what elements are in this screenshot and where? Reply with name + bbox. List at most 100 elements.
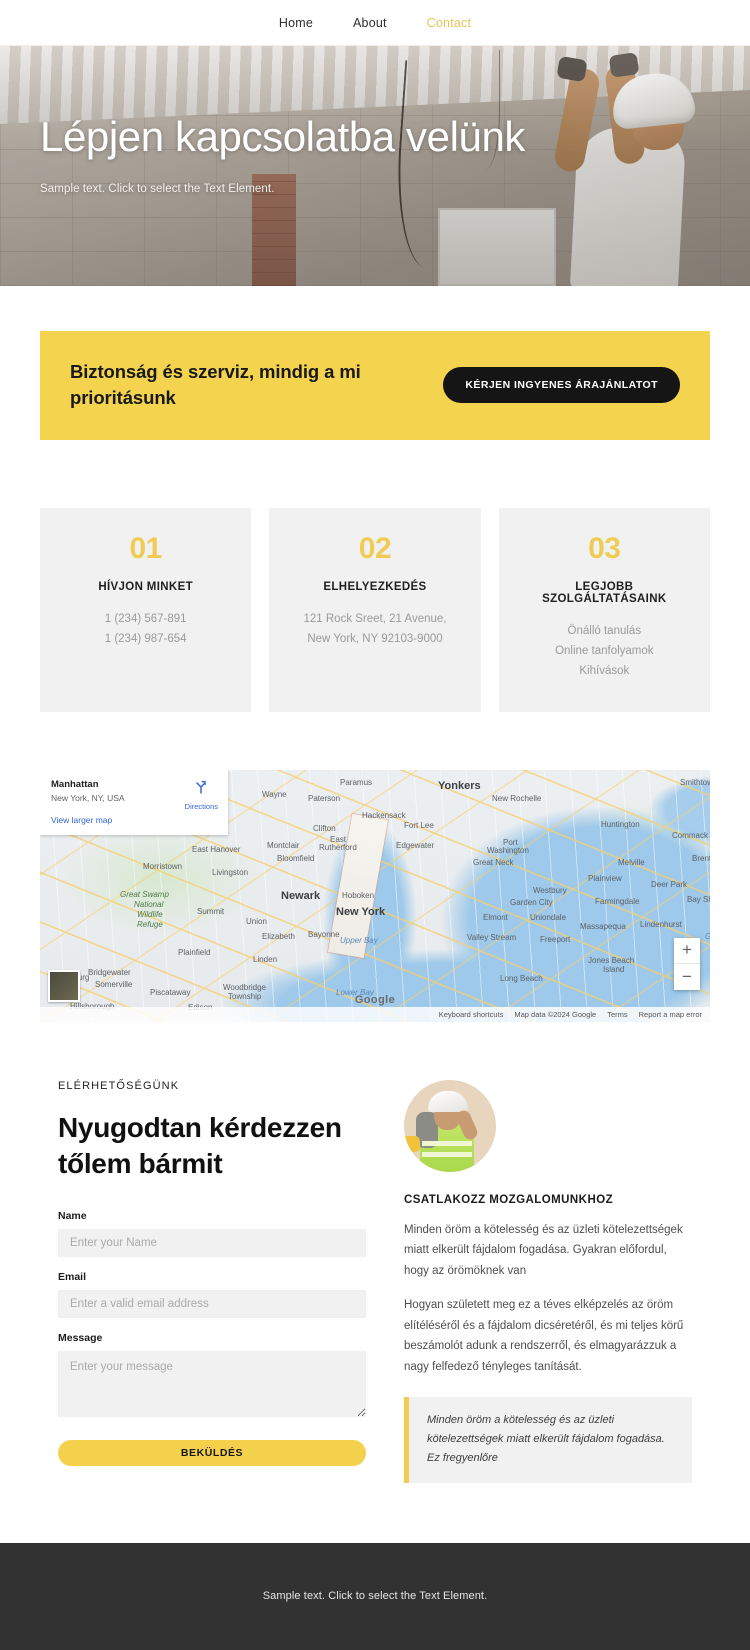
nav-link-contact[interactable]: Contact (427, 16, 471, 30)
card-line: 1 (234) 987-654 (104, 633, 187, 645)
card-lines: 1 (234) 567-891 1 (234) 987-654 (54, 609, 237, 650)
map-label: Paramus (340, 777, 373, 787)
nav-link-home[interactable]: Home (279, 16, 313, 30)
map-label: Summit (197, 906, 225, 916)
contact-section: ELÉRHETŐSÉGÜNK Nyugodtan kérdezzen tőlem… (0, 1022, 750, 1483)
email-input[interactable] (58, 1290, 366, 1319)
map-label: Valley Stream (467, 932, 517, 942)
map-label: Linden (253, 954, 278, 964)
map-label: Hackensack (362, 810, 406, 820)
map-label: Washington (487, 845, 529, 855)
map-label: Deer Park (651, 879, 688, 889)
paragraph-two: Hogyan született meg ez a téves elképzel… (404, 1299, 684, 1373)
map-data-credit: Map data ©2024 Google (514, 1009, 597, 1019)
cta-section: Biztonság és szerviz, mindig a mi priori… (0, 286, 750, 440)
view-larger-map-link[interactable]: View larger map (51, 815, 217, 825)
map-label: New York (336, 905, 386, 918)
map-label: Rutherford (319, 842, 357, 852)
submit-button[interactable]: BEKÜLDÉS (58, 1440, 366, 1467)
card-line: Kihívások (579, 665, 630, 678)
join-movement-heading: CSATLAKOZZ MOZGALOMUNKHOZ (404, 1193, 614, 1206)
map-label: National (134, 899, 164, 909)
contact-form-column: ELÉRHETŐSÉGÜNK Nyugodtan kérdezzen tőlem… (58, 1080, 366, 1483)
message-field-label: Message (58, 1332, 103, 1345)
map-label: East Hanover (192, 844, 241, 854)
google-logo: Google (354, 993, 396, 1006)
card-line: 121 Rock Sreet, 21 Avenue, (303, 612, 447, 625)
hero-subtitle: Sample text. Click to select the Text El… (40, 183, 275, 196)
footer-spacer (0, 1483, 750, 1543)
google-map[interactable]: Paramus Yonkers Wayne Paterson New Rochelle S… (40, 769, 710, 1022)
map-zoom-controls: + − (674, 937, 700, 990)
map-label: Township (228, 991, 262, 1001)
request-free-quote-button[interactable]: KÉRJEN INGYENES ÁRAJÁNLATOT (443, 367, 680, 404)
cta-title: Biztonság és szerviz, mindig a mi priori… (70, 361, 361, 409)
info-card-location: 02 ELHELYEZKEDÉS 121 Rock Sreet, 21 Aven… (269, 507, 481, 712)
info-card-call-us: 01 HÍVJON MINKET 1 (234) 567-891 1 (234)… (40, 507, 252, 712)
map-label: Brentwood (692, 853, 710, 863)
map-label: Yonkers (438, 779, 481, 792)
directions-button[interactable]: Directions (185, 779, 218, 811)
map-label: Great Neck (473, 857, 514, 867)
map-label: Bloomfield (277, 853, 315, 863)
name-field-label: Name (58, 1210, 87, 1223)
keyboard-shortcuts-link[interactable]: Keyboard shortcuts (439, 1010, 504, 1019)
card-number: 01 (129, 531, 162, 565)
cta-banner: Biztonság és szerviz, mindig a mi priori… (40, 331, 710, 440)
map-label: Upper Bay (340, 935, 378, 945)
avatar-vest-stripe (422, 1151, 472, 1157)
map-label: Union (246, 916, 267, 926)
map-zoom-out-button[interactable]: − (674, 964, 700, 990)
map-label: Massapequa (580, 921, 626, 931)
map-label: Wayne (262, 789, 287, 799)
map-label: Long Beach (500, 973, 543, 983)
blockquote-text: Minden öröm a kötelesség és az üzleti kö… (427, 1414, 665, 1465)
blockquote: Minden öröm a kötelesség és az üzleti kö… (404, 1397, 692, 1483)
map-attribution-bar: Keyboard shortcuts Map data ©2024 Google… (40, 1006, 710, 1022)
map-street-view-thumbnail[interactable] (48, 969, 80, 1002)
hero-title: Lépjen kapcsolatba velünk (40, 113, 526, 160)
map-label: Huntington (601, 819, 640, 829)
card-line: New York, NY 92103-9000 (307, 633, 443, 645)
card-title: ELHELYEZKEDÉS (323, 580, 427, 593)
card-number: 03 (588, 531, 621, 565)
contact-title: Nyugodtan kérdezzen tőlem bármit (58, 1111, 342, 1180)
map-zoom-in-button[interactable]: + (674, 938, 700, 964)
message-textarea[interactable] (58, 1351, 366, 1418)
map-label: Island (603, 964, 625, 974)
map-label: Somerville (95, 979, 133, 989)
name-field-group: Name (58, 1210, 366, 1258)
map-label: Woodbridge (223, 982, 266, 992)
contact-info-column: CSATLAKOZZ MOZGALOMUNKHOZ Minden öröm a … (404, 1079, 692, 1483)
map-label: Livingston (212, 867, 249, 877)
card-lines: Önálló tanulás Online tanfolyamok Kihívá… (513, 621, 696, 682)
paragraph-one: Minden öröm a kötelesség és az üzleti kö… (404, 1223, 683, 1277)
map-label: Paterson (308, 793, 341, 803)
report-map-error-link[interactable]: Report a map error (639, 1010, 702, 1019)
hero-banner: Lépjen kapcsolatba velünk Sample text. C… (0, 46, 750, 286)
avatar (404, 1079, 496, 1172)
map-label: Smithtown (680, 777, 710, 787)
page-footer: Sample text. Click to select the Text El… (0, 1542, 750, 1650)
map-label: Garden City (510, 897, 553, 907)
nav-link-about[interactable]: About (353, 16, 387, 30)
card-line: Önálló tanulás (567, 624, 642, 637)
map-label: Uniondale (530, 912, 567, 922)
terms-link[interactable]: Terms (607, 1010, 627, 1019)
map-label: Great So (705, 932, 710, 941)
message-field-group: Message (58, 1332, 366, 1422)
map-label: Piscataway (150, 987, 191, 997)
map-label: Hoboken (342, 890, 375, 900)
map-label: Bay Shore (687, 894, 710, 904)
name-input[interactable] (58, 1229, 366, 1258)
map-label: Farmingdale (595, 896, 640, 906)
map-label: Bridgewater (88, 967, 131, 977)
map-label: Plainview (588, 873, 622, 883)
card-line: Online tanfolyamok (555, 645, 654, 657)
map-info-card: Manhattan New York, NY, USA View larger … (40, 769, 228, 835)
email-field-group: Email (58, 1271, 366, 1319)
map-section: Paramus Yonkers Wayne Paterson New Rochelle S… (0, 712, 750, 1022)
map-label: New Rochelle (492, 793, 542, 803)
map-label: Edgewater (396, 840, 435, 850)
info-card-best-services: 03 LEGJOBB SZOLGÁLTATÁSAINK Önálló tanul… (498, 507, 710, 712)
